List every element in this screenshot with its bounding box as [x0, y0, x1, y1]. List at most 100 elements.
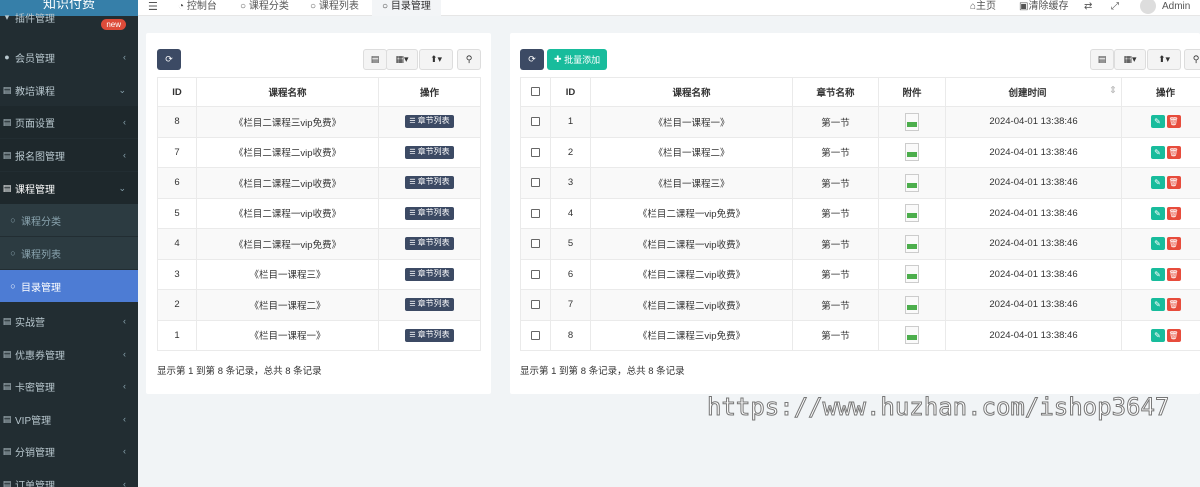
edit-button[interactable]: ✎: [1150, 298, 1165, 312]
table-row[interactable]: 4 《栏目二课程一vip免费》 ☰ 章节列表: [157, 228, 481, 260]
table-row[interactable]: 2 《栏目一课程二》 ☰ 章节列表: [157, 289, 481, 321]
delete-button[interactable]: 🗑: [1166, 206, 1181, 220]
sidebar-item-vip[interactable]: ▤ VIP管理 ‹: [0, 403, 138, 435]
sidebar-item-orders[interactable]: ▤ 订单管理 ‹: [0, 468, 138, 487]
sidebar-item-distribution[interactable]: ▤ 分销管理 ‹: [0, 435, 138, 467]
export-button[interactable]: ⬆▾: [419, 49, 453, 70]
home-link[interactable]: ⌂主页: [970, 0, 996, 16]
chapter-list-button[interactable]: ☰ 章节列表: [405, 206, 454, 220]
table-row[interactable]: 6 《栏目二课程二vip收费》 ☰ 章节列表: [157, 167, 481, 199]
avatar[interactable]: [1140, 0, 1156, 14]
docx-file-icon[interactable]: [905, 234, 919, 253]
table-row[interactable]: 1 《栏目一课程一》 ☰ 章节列表: [157, 319, 481, 351]
col-select[interactable]: [520, 77, 551, 107]
edit-button[interactable]: ✎: [1150, 176, 1165, 190]
translate-icon[interactable]: ⇄: [1084, 0, 1092, 16]
table-row[interactable]: 8 《栏目二课程三vip免费》 ☰ 章节列表: [157, 106, 481, 138]
col-course-name[interactable]: 课程名称: [196, 77, 379, 107]
sidebar-item-training[interactable]: ▤ 教培课程 ⌄: [0, 74, 138, 106]
chapter-list-button[interactable]: ☰ 章节列表: [405, 237, 454, 251]
row-checkbox[interactable]: [531, 147, 540, 157]
docx-file-icon[interactable]: [905, 326, 919, 345]
export-button[interactable]: ⬆▾: [1147, 49, 1181, 70]
sidebar-item-course-mgmt[interactable]: ▤ 课程管理 ⌄: [0, 172, 138, 204]
toggle-view-button[interactable]: ▤: [1090, 49, 1114, 70]
row-checkbox[interactable]: [531, 239, 540, 249]
user-name[interactable]: Admin: [1162, 0, 1190, 16]
col-id[interactable]: ID: [157, 77, 197, 107]
tab-course-category[interactable]: ○ 课程分类: [240, 0, 289, 16]
table-row[interactable]: 5 《栏目二课程一vip收费》 第一节 2024-04-01 13:38:46 ✎ 🗑: [520, 228, 1200, 260]
table-row[interactable]: 8 《栏目二课程三vip免费》 第一节 2024-04-01 13:38:46 ✎ 🗑: [520, 319, 1200, 351]
sidebar-item-course-list[interactable]: ○ 课程列表: [0, 237, 138, 269]
delete-button[interactable]: 🗑: [1166, 115, 1181, 129]
docx-file-icon[interactable]: [905, 204, 919, 223]
row-checkbox[interactable]: [531, 117, 540, 127]
sidebar-item-page-settings[interactable]: ▤ 页面设置 ‹: [0, 106, 138, 138]
edit-button[interactable]: ✎: [1150, 237, 1165, 251]
tab-dashboard[interactable]: ◔ 控制台: [178, 0, 217, 16]
edit-button[interactable]: ✎: [1150, 115, 1165, 129]
tab-directory[interactable]: ○ 目录管理: [372, 0, 441, 16]
select-all-checkbox[interactable]: [531, 87, 540, 97]
chapter-list-button[interactable]: ☰ 章节列表: [405, 298, 454, 312]
chapter-list-button[interactable]: ☰ 章节列表: [405, 176, 454, 190]
toggle-view-button[interactable]: ▤: [363, 49, 387, 70]
delete-button[interactable]: 🗑: [1166, 237, 1181, 251]
table-row[interactable]: 6 《栏目二课程二vip收费》 第一节 2024-04-01 13:38:46 ✎ 🗑: [520, 258, 1200, 290]
edit-button[interactable]: ✎: [1150, 206, 1165, 220]
delete-button[interactable]: 🗑: [1166, 176, 1181, 190]
table-row[interactable]: 3 《栏目一课程三》 第一节 2024-04-01 13:38:46 ✎ 🗑: [520, 167, 1200, 199]
sidebar-item-course-category[interactable]: ○ 课程分类: [0, 204, 138, 236]
row-checkbox[interactable]: [531, 178, 540, 188]
refresh-button[interactable]: ⟳: [520, 49, 544, 70]
col-chapter-name[interactable]: 章节名称: [792, 77, 879, 107]
col-course-name[interactable]: 课程名称: [590, 77, 793, 107]
chapter-list-button[interactable]: ☰ 章节列表: [405, 115, 454, 129]
table-row[interactable]: 7 《栏目二课程二vip收费》 第一节 2024-04-01 13:38:46 ✎ 🗑: [520, 289, 1200, 321]
table-row[interactable]: 4 《栏目二课程一vip免费》 第一节 2024-04-01 13:38:46 ✎ 🗑: [520, 197, 1200, 229]
chapter-list-button[interactable]: ☰ 章节列表: [405, 267, 454, 281]
table-row[interactable]: 3 《栏目一课程三》 ☰ 章节列表: [157, 258, 481, 290]
row-checkbox[interactable]: [531, 300, 540, 310]
docx-file-icon[interactable]: [905, 112, 919, 131]
chapter-list-button[interactable]: ☰ 章节列表: [405, 328, 454, 342]
sidebar-item-camp[interactable]: ▤ 实战营 ‹: [0, 305, 138, 337]
edit-button[interactable]: ✎: [1150, 328, 1165, 342]
menu-toggle-icon[interactable]: ☰: [148, 0, 158, 16]
col-id[interactable]: ID: [550, 77, 591, 107]
row-checkbox[interactable]: [531, 330, 540, 340]
search-button[interactable]: ⚲: [1184, 49, 1200, 70]
fullscreen-icon[interactable]: ⤢: [1111, 0, 1119, 16]
sidebar-item-coupons[interactable]: ▤ 优惠券管理 ‹: [0, 338, 138, 370]
delete-button[interactable]: 🗑: [1166, 145, 1181, 159]
edit-button[interactable]: ✎: [1150, 267, 1165, 281]
table-row[interactable]: 2 《栏目一课程二》 第一节 2024-04-01 13:38:46 ✎ 🗑: [520, 136, 1200, 168]
delete-button[interactable]: 🗑: [1166, 298, 1181, 312]
sidebar-item-cards[interactable]: ▤ 卡密管理 ‹: [0, 370, 138, 402]
search-button[interactable]: ⚲: [457, 49, 481, 70]
delete-button[interactable]: 🗑: [1166, 267, 1181, 281]
chapter-list-button[interactable]: ☰ 章节列表: [405, 145, 454, 159]
tab-course-list[interactable]: ○ 课程列表: [310, 0, 359, 16]
row-checkbox[interactable]: [531, 269, 540, 279]
columns-button[interactable]: ▦▾: [386, 49, 418, 70]
table-row[interactable]: 1 《栏目一课程一》 第一节 2024-04-01 13:38:46 ✎ 🗑: [520, 106, 1200, 138]
docx-file-icon[interactable]: [905, 143, 919, 162]
delete-button[interactable]: 🗑: [1166, 328, 1181, 342]
col-created-time[interactable]: 创建时间 ⇕: [945, 77, 1122, 107]
sidebar-item-members[interactable]: ● 会员管理 ‹: [0, 41, 138, 73]
batch-add-button[interactable]: ✚ 批量添加: [547, 49, 608, 70]
docx-file-icon[interactable]: [905, 173, 919, 192]
docx-file-icon[interactable]: [905, 265, 919, 284]
docx-file-icon[interactable]: [905, 295, 919, 314]
refresh-button[interactable]: ⟳: [157, 49, 181, 70]
row-checkbox[interactable]: [531, 208, 540, 218]
edit-button[interactable]: ✎: [1150, 145, 1165, 159]
sidebar-item-banner[interactable]: ▤ 报名图管理 ‹: [0, 139, 138, 171]
clear-cache-button[interactable]: ▣清除缓存: [1019, 0, 1068, 16]
table-row[interactable]: 5 《栏目二课程一vip收费》 ☰ 章节列表: [157, 197, 481, 229]
table-row[interactable]: 7 《栏目二课程二vip收费》 ☰ 章节列表: [157, 136, 481, 168]
columns-button[interactable]: ▦▾: [1114, 49, 1146, 70]
sidebar-item-directory[interactable]: ○ 目录管理: [0, 270, 138, 302]
